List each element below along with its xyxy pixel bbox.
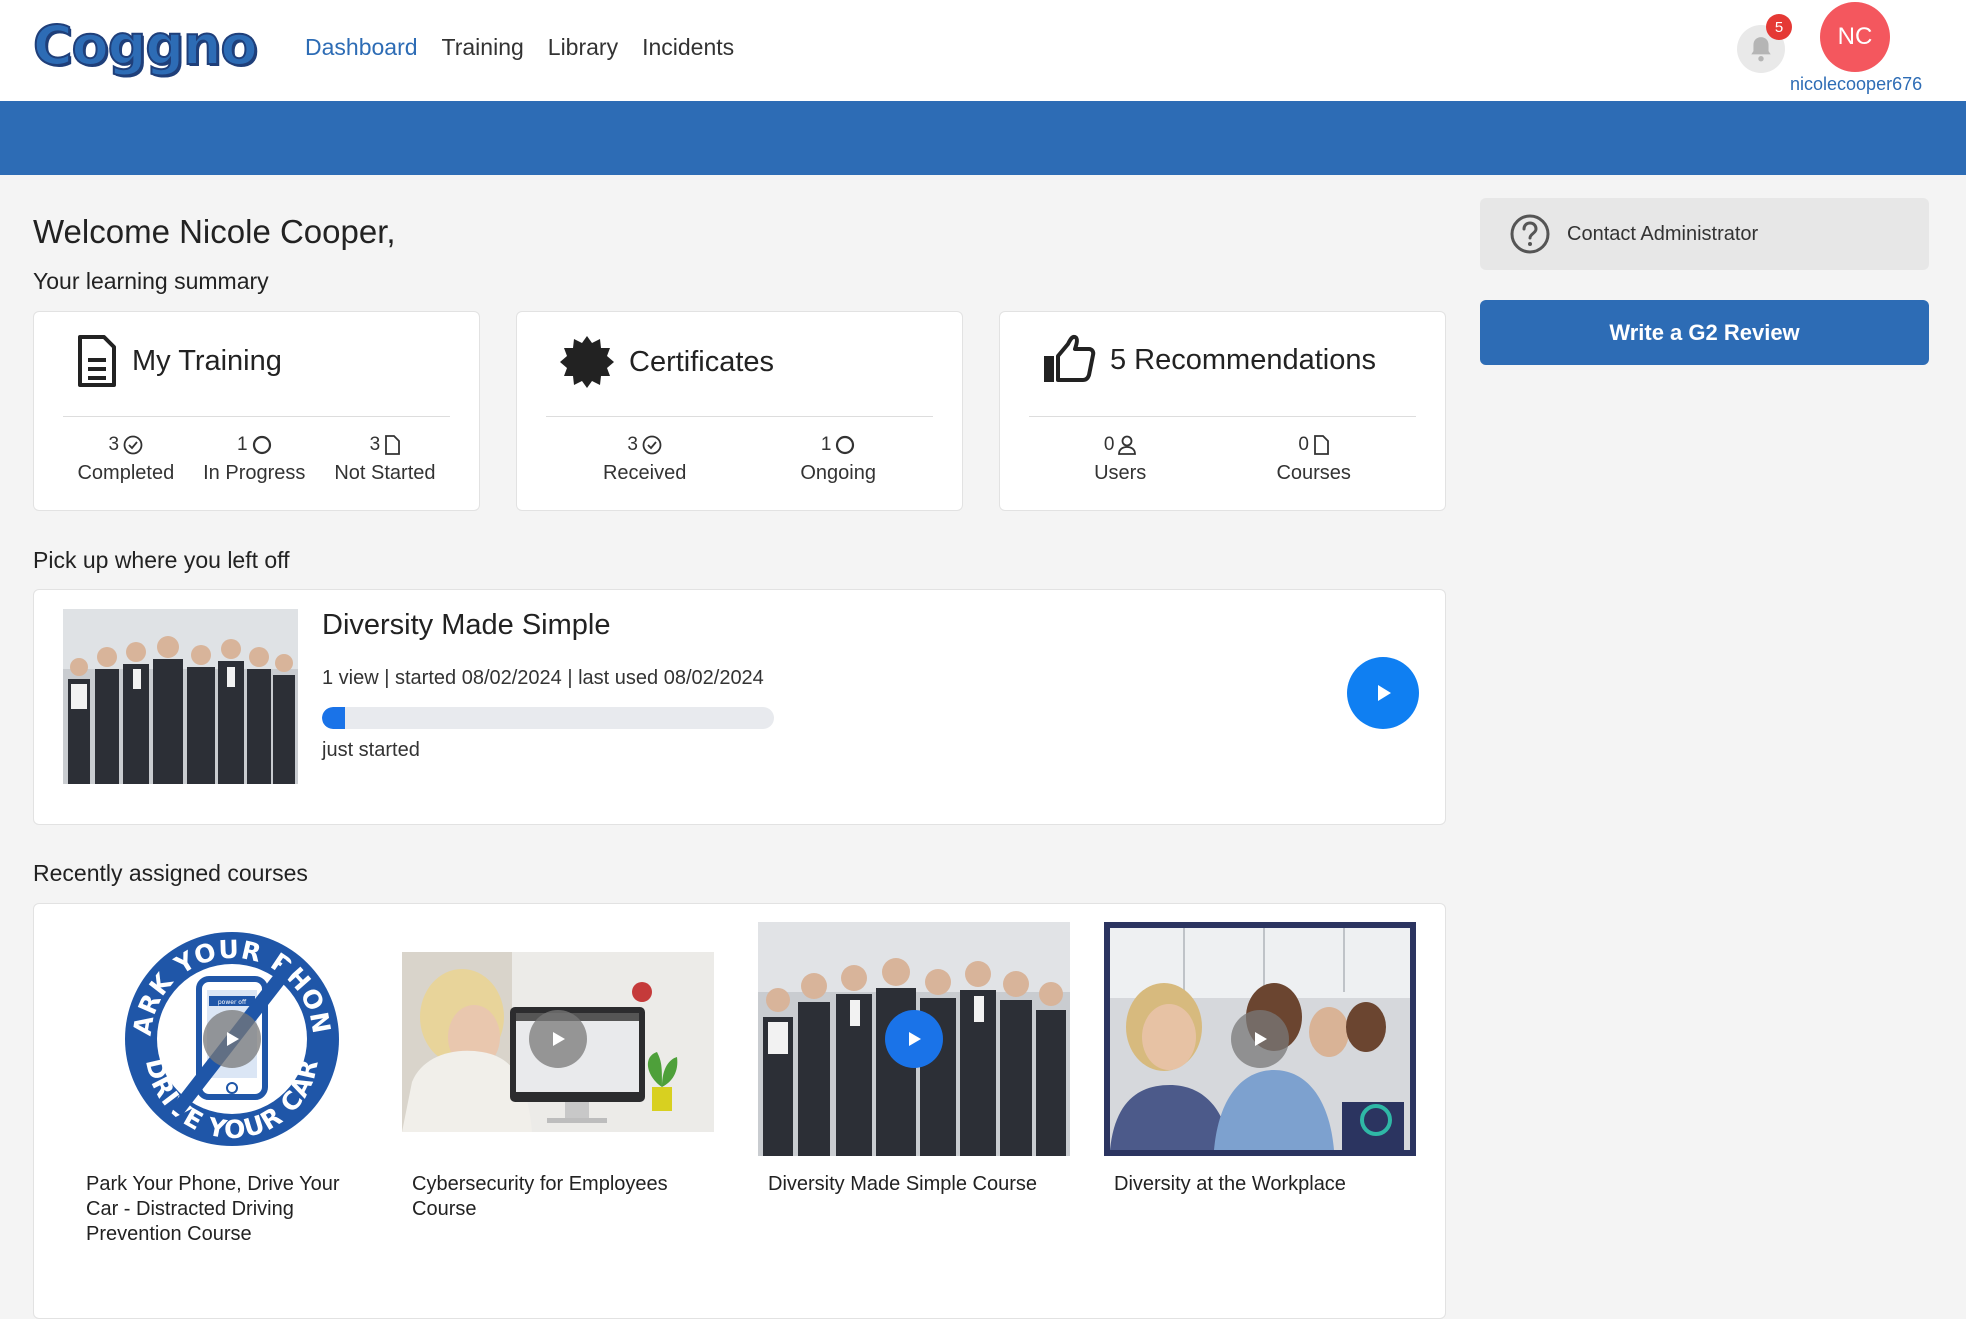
username-link[interactable]: nicolecooper676 bbox=[1790, 74, 1922, 95]
file-icon bbox=[385, 435, 401, 455]
nav-training[interactable]: Training bbox=[442, 34, 524, 61]
play-icon bbox=[1378, 685, 1391, 701]
nav-library[interactable]: Library bbox=[548, 34, 618, 61]
user-avatar[interactable]: NC bbox=[1820, 2, 1890, 72]
play-icon bbox=[909, 1032, 921, 1046]
check-circle-icon bbox=[123, 435, 143, 455]
course-thumbnail[interactable]: PARK YOUR PHONE DRIVE YOUR CAR power off bbox=[76, 922, 388, 1156]
stat-count: 3 bbox=[369, 434, 381, 455]
certificates-card[interactable]: Certificates 3 Received 1 Ongoing bbox=[516, 311, 963, 511]
course-title[interactable]: Diversity at the Workplace bbox=[1104, 1172, 1394, 1197]
divider bbox=[1029, 416, 1416, 417]
recommendations-card[interactable]: 5 Recommendations 0 Users 0 Courses bbox=[999, 311, 1446, 511]
park-logo-screen-text: power off bbox=[218, 999, 247, 1006]
progress-fill bbox=[322, 707, 345, 729]
nav-incidents[interactable]: Incidents bbox=[642, 34, 734, 61]
stat-label: Courses bbox=[1276, 462, 1351, 484]
divider bbox=[63, 416, 450, 417]
continue-course-meta: 1 view | started 08/02/2024 | last used … bbox=[322, 667, 764, 689]
stat-courses[interactable]: 0 Courses bbox=[1276, 434, 1350, 485]
stat-label: Not Started bbox=[334, 462, 436, 484]
divider bbox=[546, 416, 933, 417]
stat-in-progress[interactable]: 1 In Progress bbox=[203, 434, 305, 485]
stat-users[interactable]: 0 Users bbox=[1094, 434, 1146, 485]
course-progress-bar bbox=[322, 707, 774, 729]
recent-courses-card: PARK YOUR PHONE DRIVE YOUR CAR power off… bbox=[33, 903, 1446, 1319]
stat-label: Ongoing bbox=[800, 462, 876, 484]
header-banner bbox=[0, 101, 1966, 175]
stat-label: Completed bbox=[77, 462, 175, 484]
help-circle-icon bbox=[1510, 214, 1550, 254]
stat-count: 1 bbox=[820, 434, 832, 455]
play-icon bbox=[553, 1032, 565, 1046]
stat-ongoing[interactable]: 1 Ongoing bbox=[800, 434, 876, 485]
continue-course-title[interactable]: Diversity Made Simple bbox=[322, 609, 610, 642]
course-item[interactable]: PARK YOUR PHONE DRIVE YOUR CAR power off… bbox=[76, 922, 388, 1247]
course-item[interactable]: Diversity at the Workplace bbox=[1104, 922, 1416, 1197]
course-thumbnail[interactable] bbox=[758, 922, 1070, 1156]
contact-administrator-button[interactable]: Contact Administrator bbox=[1480, 198, 1929, 270]
stat-label: In Progress bbox=[203, 462, 306, 484]
continue-section-label: Pick up where you left off bbox=[33, 547, 290, 573]
write-g2-review-button[interactable]: Write a G2 Review bbox=[1480, 300, 1929, 365]
my-training-card[interactable]: My Training 3 Completed 1 In Progress 3 … bbox=[33, 311, 480, 511]
stat-count: 1 bbox=[236, 434, 248, 455]
my-training-title: My Training bbox=[132, 344, 282, 377]
course-title[interactable]: Diversity Made Simple Course bbox=[758, 1172, 1048, 1197]
document-icon bbox=[78, 335, 116, 387]
check-circle-icon bbox=[642, 435, 662, 455]
course-thumbnail[interactable] bbox=[63, 609, 298, 784]
course-play-button[interactable] bbox=[885, 1010, 943, 1068]
nav-dashboard[interactable]: Dashboard bbox=[305, 34, 418, 61]
stat-completed[interactable]: 3 Completed bbox=[77, 434, 174, 485]
main-nav: Dashboard Training Library Incidents bbox=[305, 34, 734, 61]
thumbs-up-icon bbox=[1044, 334, 1096, 382]
stat-count: 0 bbox=[1103, 434, 1115, 455]
course-item[interactable]: Cybersecurity for Employees Course bbox=[402, 922, 714, 1222]
stat-received[interactable]: 3 Received bbox=[603, 434, 686, 485]
stat-count: 3 bbox=[627, 434, 638, 455]
circle-icon bbox=[836, 435, 855, 455]
learning-summary-label: Your learning summary bbox=[33, 268, 269, 294]
certificates-title: Certificates bbox=[629, 345, 775, 378]
continue-course-card[interactable]: Diversity Made Simple 1 view | started 0… bbox=[33, 589, 1446, 825]
play-icon bbox=[227, 1032, 239, 1046]
course-play-button[interactable] bbox=[529, 1010, 587, 1068]
course-title[interactable]: Park Your Phone, Drive Your Car - Distra… bbox=[76, 1172, 366, 1247]
user-icon bbox=[1118, 435, 1137, 455]
play-icon bbox=[1255, 1032, 1267, 1046]
stat-label: Received bbox=[602, 462, 687, 484]
stat-label: Users bbox=[1094, 462, 1147, 484]
top-bar: Coggno Dashboard Training Library Incide… bbox=[0, 0, 1966, 101]
coggno-logo[interactable]: Coggno bbox=[32, 13, 259, 78]
recommendations-title: 5 Recommendations bbox=[1110, 343, 1376, 376]
stat-count: 3 bbox=[108, 434, 120, 455]
course-thumbnail[interactable] bbox=[1104, 922, 1416, 1156]
course-thumbnail[interactable] bbox=[402, 922, 714, 1156]
bell-icon bbox=[1751, 37, 1771, 62]
certificate-seal-icon bbox=[560, 336, 614, 388]
group-photo-image bbox=[63, 609, 298, 784]
notification-count-badge: 5 bbox=[1766, 14, 1792, 40]
file-icon bbox=[1314, 435, 1329, 455]
circle-icon bbox=[252, 435, 271, 455]
contact-administrator-label: Contact Administrator bbox=[1567, 222, 1759, 245]
course-title[interactable]: Cybersecurity for Employees Course bbox=[402, 1172, 692, 1222]
course-item[interactable]: Diversity Made Simple Course bbox=[758, 922, 1070, 1197]
stat-count: 0 bbox=[1298, 434, 1309, 455]
recent-courses-label: Recently assigned courses bbox=[33, 860, 308, 886]
stat-not-started[interactable]: 3 Not Started bbox=[334, 434, 435, 485]
progress-status: just started bbox=[322, 739, 420, 761]
resume-play-button[interactable] bbox=[1347, 657, 1419, 729]
course-play-button[interactable] bbox=[203, 1010, 261, 1068]
course-play-button[interactable] bbox=[1231, 1010, 1289, 1068]
welcome-heading: Welcome Nicole Cooper, bbox=[33, 213, 396, 250]
